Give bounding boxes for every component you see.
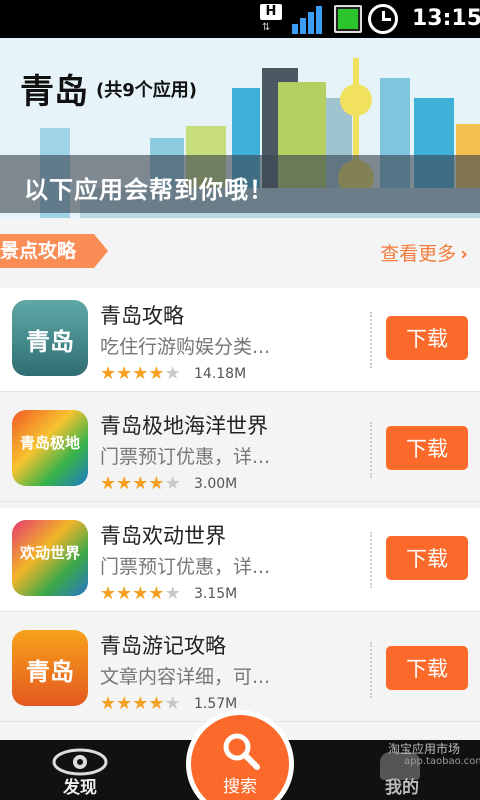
nav-mine-label: 我的 <box>385 778 419 798</box>
star-icon: ★ <box>164 693 181 714</box>
app-list-item[interactable]: 青岛 青岛游记攻略 文章内容详细，可... ★★★★★ 1.57M 下载 <box>0 618 480 722</box>
app-description: 吃住行游购娱分类... <box>100 336 271 358</box>
app-icon: 青岛极地 <box>12 410 88 486</box>
nav-mine[interactable]: 淘宝应用市场 app.taobao.com 我的 <box>360 740 480 800</box>
app-size: 14.18M <box>194 366 247 382</box>
star-icon: ★ <box>148 473 165 494</box>
row-divider <box>370 422 372 478</box>
star-icon: ★ <box>132 693 149 714</box>
status-time: 13:15 <box>412 6 480 31</box>
app-size: 3.00M <box>194 476 238 492</box>
app-description: 文章内容详细，可... <box>100 666 271 688</box>
alarm-clock-icon <box>368 4 398 34</box>
row-divider <box>370 532 372 588</box>
status-bar: H ⇅ 13:15 <box>0 0 480 38</box>
chevron-right-icon: › <box>460 243 468 265</box>
see-more-label: 查看更多 <box>380 243 457 265</box>
star-icon: ★ <box>116 473 133 494</box>
app-icon-text: 青岛 <box>26 328 74 356</box>
app-name: 青岛欢动世界 <box>100 524 226 548</box>
star-icon: ★ <box>100 693 117 714</box>
banner-subtitle: 以下应用会帮到你哦！ <box>24 176 274 204</box>
app-name: 青岛游记攻略 <box>100 634 226 658</box>
battery-icon <box>334 5 362 33</box>
app-description: 门票预订优惠，详... <box>100 556 271 578</box>
star-icon: ★ <box>116 583 133 604</box>
network-type-icon: H ⇅ <box>260 4 282 34</box>
section-tag: 景点攻略 <box>0 234 109 268</box>
nav-discover[interactable]: 发现 <box>40 740 120 800</box>
app-size: 1.57M <box>194 696 238 712</box>
app-rating: ★★★★★ <box>100 473 181 494</box>
star-icon: ★ <box>116 693 133 714</box>
star-icon: ★ <box>132 363 149 384</box>
app-rating: ★★★★★ <box>100 583 181 604</box>
row-divider <box>370 642 372 698</box>
star-icon: ★ <box>132 583 149 604</box>
app-name: 青岛极地海洋世界 <box>100 414 268 438</box>
download-button[interactable]: 下载 <box>386 316 468 360</box>
app-icon-text: 青岛极地 <box>19 434 80 452</box>
nav-discover-label: 发现 <box>63 778 97 798</box>
section-header: 景点攻略 查看更多 › <box>0 226 480 278</box>
app-size: 3.15M <box>194 586 238 602</box>
app-icon-text: 青岛 <box>26 658 74 686</box>
download-button[interactable]: 下载 <box>386 646 468 690</box>
watermark-url: app.taobao.com <box>404 756 480 767</box>
watermark-text: 淘宝应用市场 <box>388 742 461 756</box>
app-icon-text: 欢动世界 <box>19 544 80 562</box>
nav-search-label: 搜索 <box>223 777 257 797</box>
city-banner: 青岛 (共9个应用) 以下应用会帮到你哦！ <box>0 38 480 218</box>
bottom-nav: 发现 搜索 淘宝应用市场 app.taobao.com 我的 <box>0 710 480 800</box>
star-icon: ★ <box>132 473 149 494</box>
eye-icon <box>52 748 108 776</box>
star-icon: ★ <box>100 473 117 494</box>
star-icon: ★ <box>164 363 181 384</box>
download-button[interactable]: 下载 <box>386 536 468 580</box>
see-more-link[interactable]: 查看更多 › <box>380 239 468 266</box>
app-list-item[interactable]: 欢动世界 青岛欢动世界 门票预订优惠，详... ★★★★★ 3.15M 下载 <box>0 508 480 612</box>
app-icon: 青岛 <box>12 300 88 376</box>
star-icon: ★ <box>100 363 117 384</box>
star-icon: ★ <box>116 363 133 384</box>
data-arrows-icon: ⇅ <box>262 22 270 33</box>
star-icon: ★ <box>164 473 181 494</box>
row-divider <box>370 312 372 368</box>
download-button[interactable]: 下载 <box>386 426 468 470</box>
star-icon: ★ <box>148 693 165 714</box>
star-icon: ★ <box>164 583 181 604</box>
app-icon: 青岛 <box>12 630 88 706</box>
search-icon <box>223 733 260 770</box>
star-icon: ★ <box>148 363 165 384</box>
nav-search[interactable]: 搜索 <box>186 710 294 800</box>
app-list-item[interactable]: 青岛 青岛攻略 吃住行游购娱分类... ★★★★★ 14.18M 下载 <box>0 288 480 392</box>
signal-icon <box>292 6 326 34</box>
app-rating: ★★★★★ <box>100 363 181 384</box>
app-icon: 欢动世界 <box>12 520 88 596</box>
app-count: (共9个应用) <box>96 80 197 101</box>
app-rating: ★★★★★ <box>100 693 181 714</box>
app-description: 门票预订优惠，详... <box>100 446 271 468</box>
app-name: 青岛攻略 <box>100 304 184 328</box>
network-letter: H <box>260 4 282 20</box>
app-list-item[interactable]: 青岛极地 青岛极地海洋世界 门票预订优惠，详... ★★★★★ 3.00M 下载 <box>0 398 480 502</box>
city-title: 青岛 <box>20 72 88 112</box>
star-icon: ★ <box>100 583 117 604</box>
star-icon: ★ <box>148 583 165 604</box>
